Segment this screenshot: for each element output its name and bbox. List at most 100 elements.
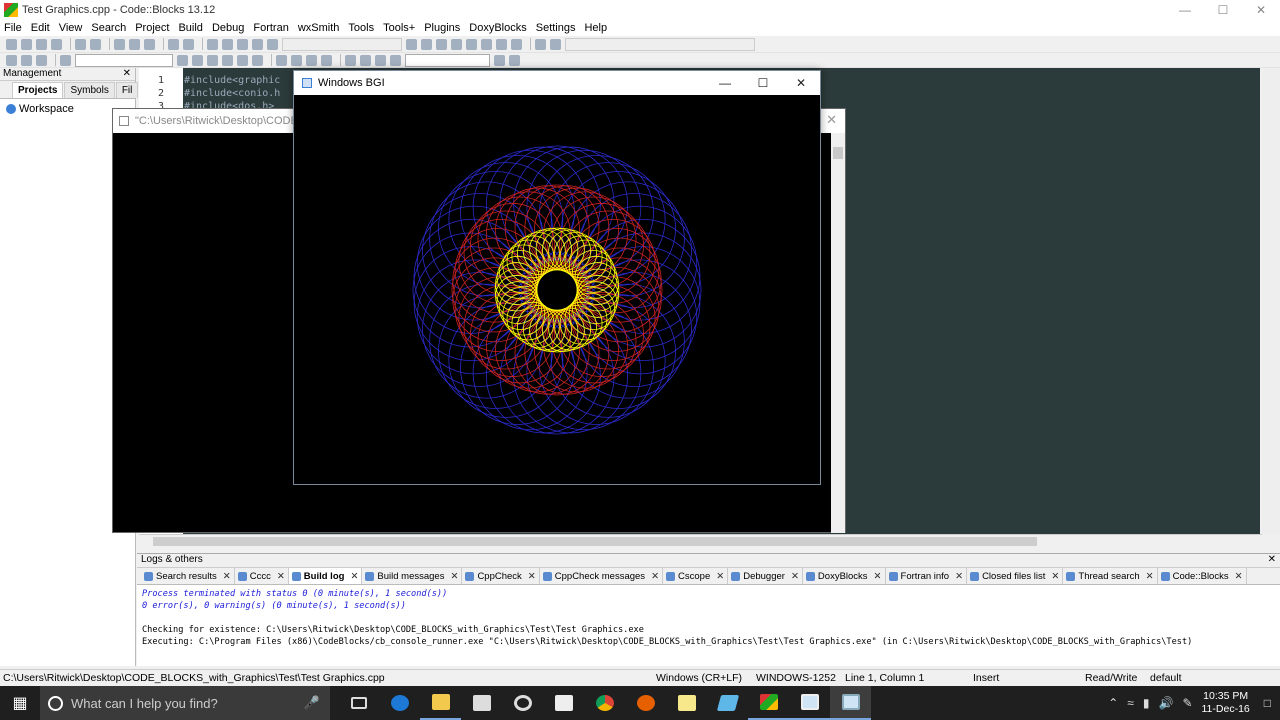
cut-icon[interactable]: [114, 38, 125, 50]
logs-close-icon[interactable]: ✕: [1268, 554, 1276, 567]
search-box-icon[interactable]: [237, 54, 248, 66]
log-tab[interactable]: Fortran info ✕: [886, 568, 968, 584]
uncomment-icon[interactable]: [306, 54, 317, 66]
scope-combo[interactable]: [75, 53, 173, 67]
menu-item[interactable]: Help: [584, 22, 607, 34]
log-tab[interactable]: Build log ✕: [288, 568, 363, 584]
log-tab-close-icon[interactable]: ✕: [874, 571, 882, 582]
run-icon[interactable]: [222, 38, 233, 50]
debug-next-line-icon[interactable]: [436, 38, 447, 50]
prev-bookmark-icon[interactable]: [177, 54, 188, 66]
sticky-notes-icon[interactable]: [666, 686, 707, 720]
microphone-icon[interactable]: 🎤: [304, 695, 320, 711]
bgi-minimize-button[interactable]: —: [706, 76, 744, 90]
replace-icon[interactable]: [183, 38, 194, 50]
film-icon[interactable]: [543, 686, 584, 720]
save-all-icon[interactable]: [51, 38, 62, 50]
battery-icon[interactable]: ▮: [1143, 696, 1150, 710]
debug-step-into-icon[interactable]: [451, 38, 462, 50]
debug-step-out-icon[interactable]: [466, 38, 477, 50]
editor-horizontal-scrollbar[interactable]: [139, 534, 1262, 548]
menu-item[interactable]: wxSmith: [298, 22, 340, 34]
log-tab[interactable]: Search results ✕: [141, 568, 235, 584]
log-tab[interactable]: DoxyBlocks ✕: [803, 568, 886, 584]
log-tab-close-icon[interactable]: ✕: [350, 571, 358, 582]
tab-projects[interactable]: Projects: [12, 82, 64, 98]
log-tab[interactable]: Debugger ✕: [728, 568, 803, 584]
copy-icon[interactable]: [129, 38, 140, 50]
menu-item[interactable]: DoxyBlocks: [469, 22, 526, 34]
console-taskbar-icon[interactable]: [789, 686, 830, 720]
block-icon[interactable]: [276, 54, 287, 66]
clear-icon[interactable]: [252, 54, 263, 66]
log-tab-close-icon[interactable]: ✕: [955, 571, 963, 582]
bgi-window[interactable]: Windows BGI — ☐ ✕: [293, 70, 821, 485]
highlight-icon[interactable]: [207, 54, 218, 66]
build-target-combo[interactable]: [282, 37, 402, 51]
edge-icon[interactable]: [379, 686, 420, 720]
debug-break-icon[interactable]: [496, 38, 507, 50]
log-tab-close-icon[interactable]: ✕: [1146, 571, 1154, 582]
build-run-icon[interactable]: [237, 38, 248, 50]
editor-vertical-scrollbar[interactable]: [1262, 68, 1280, 534]
log-tab[interactable]: Cscope ✕: [663, 568, 729, 584]
menu-item[interactable]: Search: [91, 22, 126, 34]
log-tab-close-icon[interactable]: ✕: [1235, 571, 1243, 582]
next-bookmark-icon[interactable]: [192, 54, 203, 66]
task-view-icon[interactable]: [338, 686, 379, 720]
codeblocks-taskbar-icon[interactable]: [748, 686, 789, 720]
log-tab-close-icon[interactable]: ✕: [791, 571, 799, 582]
log-tab-close-icon[interactable]: ✕: [277, 571, 285, 582]
settings-icon[interactable]: [509, 54, 520, 66]
bgi-close-button[interactable]: ✕: [782, 76, 820, 90]
log-tab-close-icon[interactable]: ✕: [528, 571, 536, 582]
menu-item[interactable]: Plugins: [424, 22, 460, 34]
comment-icon[interactable]: [291, 54, 302, 66]
clock[interactable]: 10:35 PM 11-Dec-16: [1202, 690, 1250, 716]
menu-item[interactable]: View: [59, 22, 83, 34]
menu-item[interactable]: Debug: [212, 22, 244, 34]
toggle-icon[interactable]: [321, 54, 332, 66]
management-close-icon[interactable]: ✕: [123, 68, 131, 80]
undo-icon[interactable]: [75, 38, 86, 50]
debug-info-icon[interactable]: [550, 38, 561, 50]
chrome-icon[interactable]: [584, 686, 625, 720]
cortana-search[interactable]: What can I help you find? 🎤: [40, 686, 330, 720]
zoom-out-icon[interactable]: [360, 54, 371, 66]
store-icon[interactable]: [461, 686, 502, 720]
zoom-in-icon[interactable]: [345, 54, 356, 66]
menu-item[interactable]: Build: [178, 22, 202, 34]
paint-icon[interactable]: [707, 686, 748, 720]
log-tab[interactable]: Thread search ✕: [1063, 568, 1158, 584]
new-file-icon[interactable]: [6, 38, 17, 50]
search-icon[interactable]: [494, 54, 505, 66]
abort-icon[interactable]: [267, 38, 278, 50]
tab-files[interactable]: Fil: [115, 82, 139, 98]
firefox-icon[interactable]: [625, 686, 666, 720]
network-icon[interactable]: ≈: [1127, 696, 1134, 710]
console-scrollbar[interactable]: [831, 133, 845, 533]
c-icon[interactable]: [390, 54, 401, 66]
menu-item[interactable]: Fortran: [253, 22, 288, 34]
code-completion-combo[interactable]: [565, 37, 755, 51]
notifications-icon[interactable]: □: [1264, 696, 1271, 710]
save-icon[interactable]: [36, 38, 47, 50]
chevron-up-icon[interactable]: ⌃: [1108, 696, 1118, 710]
redo-icon[interactable]: [90, 38, 101, 50]
bgi-maximize-button[interactable]: ☐: [744, 76, 782, 90]
console-close-icon[interactable]: ✕: [826, 112, 837, 128]
debug-run-to-cursor-icon[interactable]: [421, 38, 432, 50]
log-tab[interactable]: CppCheck ✕: [462, 568, 540, 584]
log-tab[interactable]: Closed files list ✕: [967, 568, 1064, 584]
debug-next-instr-icon[interactable]: [481, 38, 492, 50]
select-icon[interactable]: [222, 54, 233, 66]
s-icon[interactable]: [375, 54, 386, 66]
debug-stop-icon[interactable]: [511, 38, 522, 50]
menu-item[interactable]: Settings: [536, 22, 576, 34]
menu-item[interactable]: Edit: [31, 22, 50, 34]
log-tab[interactable]: Cccc ✕: [235, 568, 289, 584]
log-tab-close-icon[interactable]: ✕: [716, 571, 724, 582]
minimize-button[interactable]: —: [1166, 3, 1204, 17]
tab-symbols[interactable]: Symbols: [64, 82, 115, 98]
regex-combo[interactable]: [405, 53, 490, 67]
